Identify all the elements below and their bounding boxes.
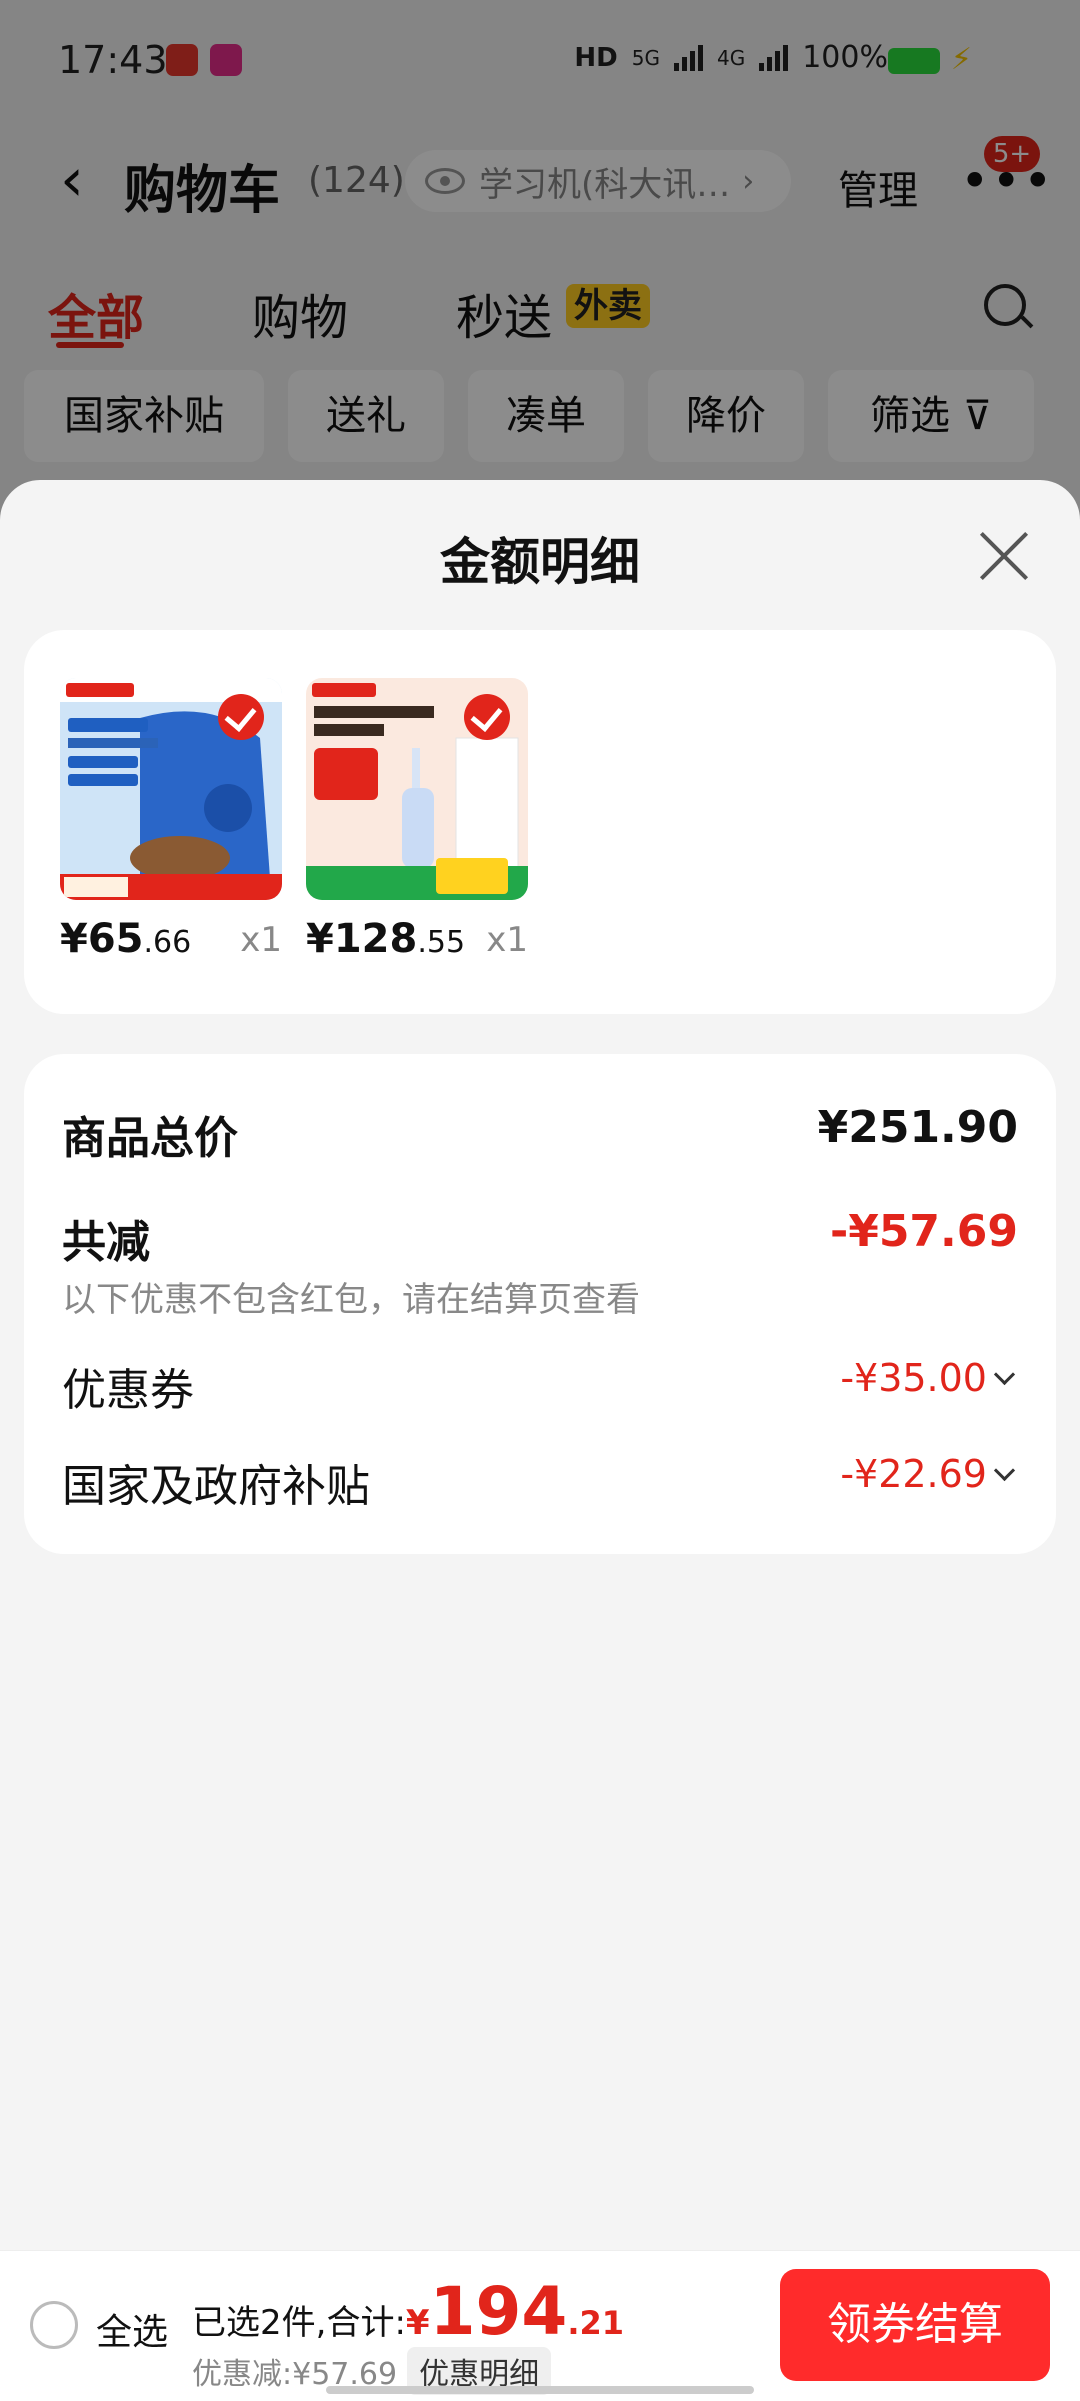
chevron-down-icon [993, 1459, 1016, 1481]
product-price-int: ¥128 [306, 916, 418, 962]
subsidy-row-toggle[interactable]: -¥22.69 [840, 1452, 1016, 1496]
product-price-dec: .55 [417, 925, 466, 960]
total-amount-dec: .21 [567, 2304, 625, 2342]
reduction-note: 以下优惠不包含红包，请在结算页查看 [62, 1280, 640, 1320]
coupon-row-toggle[interactable]: -¥35.00 [840, 1356, 1016, 1400]
home-indicator[interactable] [326, 2386, 754, 2394]
coupon-value: -¥35.00 [840, 1356, 987, 1400]
dim-overlay[interactable] [0, 0, 1080, 520]
total-currency: ¥ [405, 2303, 430, 2343]
total-line: 已选2件,合计: ¥ 194 .21 [192, 2273, 624, 2350]
checkout-bar: 全选 已选2件,合计: ¥ 194 .21 优惠减:¥57.69 优惠明细 领券… [0, 2250, 1080, 2401]
sheet-title: 金额明细 [440, 533, 640, 591]
product-price: ¥128.55 [306, 916, 465, 962]
product-image-water-flosser [306, 678, 528, 900]
total-amount-int: 194 [429, 2273, 568, 2350]
checkout-button[interactable]: 领券结算 [780, 2269, 1050, 2381]
chevron-down-icon [993, 1363, 1016, 1385]
cart-page-background: 17:43 HD 5G 4G 100% ⚡ ‹ 购物车 (124) 学习机(科大… [0, 0, 1080, 520]
selected-count-text: 已选2件,合计: [192, 2303, 406, 2343]
selected-products-card: ¥65.66 x1 ¥128.55 x1 [24, 630, 1056, 1014]
amount-detail-sheet: 金额明细 ¥65.66 x1 ¥128.55 x1 商品总价 ¥251.90 共… [0, 480, 1080, 2240]
checked-icon [464, 694, 510, 740]
close-icon[interactable] [978, 530, 1030, 582]
select-all-label[interactable]: 全选 [96, 2303, 168, 2355]
product-quantity: x1 [486, 920, 528, 960]
coupon-label: 优惠券 [62, 1365, 194, 1416]
subsidy-value: -¥22.69 [840, 1452, 987, 1496]
checked-icon [218, 694, 264, 740]
total-price-label: 商品总价 [62, 1113, 238, 1164]
product-quantity: x1 [240, 920, 282, 960]
product-image-cat-food [60, 678, 282, 900]
total-reduction-value: -¥57.69 [829, 1206, 1018, 1257]
product-price: ¥65.66 [60, 916, 191, 962]
select-all-radio[interactable] [30, 2301, 78, 2349]
subsidy-label: 国家及政府补贴 [62, 1461, 370, 1512]
price-summary-card: 商品总价 ¥251.90 共减 -¥57.69 以下优惠不包含红包，请在结算页查… [24, 1054, 1056, 1554]
total-price-value: ¥251.90 [817, 1102, 1018, 1153]
product-price-int: ¥65 [60, 916, 144, 962]
total-reduction-label: 共减 [62, 1217, 150, 1268]
product-price-dec: .66 [143, 925, 192, 960]
